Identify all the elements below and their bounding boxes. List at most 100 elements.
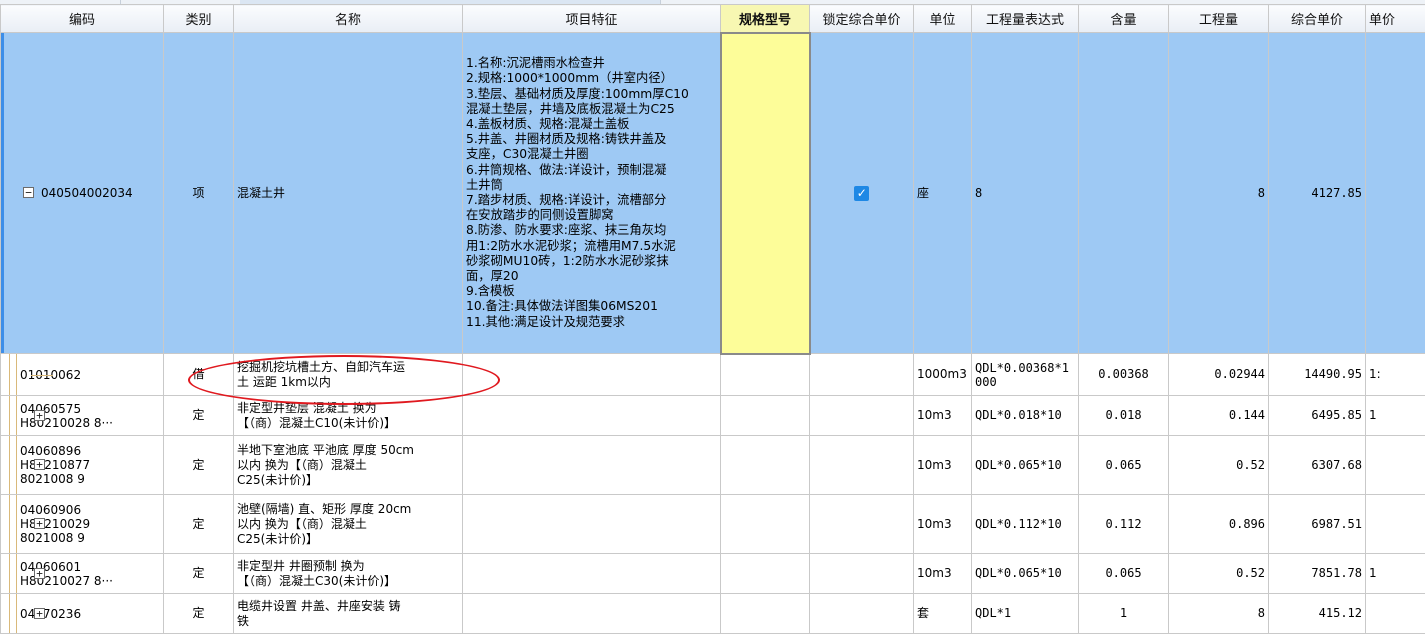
row-qty-expr[interactable]: QDL*1 — [971, 593, 1079, 634]
col-header-name[interactable]: 名称 — [233, 4, 463, 33]
row-unit[interactable]: 10m3 — [913, 494, 972, 554]
row-quantity[interactable]: 8 — [1168, 593, 1269, 634]
row-features[interactable] — [462, 553, 721, 594]
row-spec[interactable] — [720, 593, 810, 634]
row-category[interactable]: 借 — [163, 353, 234, 396]
row-unit-price[interactable]: 6495.85 — [1268, 395, 1366, 436]
row-last[interactable] — [1365, 494, 1425, 554]
row-unit-price[interactable]: 7851.78 — [1268, 553, 1366, 594]
row-lock-price[interactable] — [809, 435, 914, 495]
row-unit-price[interactable]: 6307.68 — [1268, 435, 1366, 495]
row-unit-price[interactable]: 415.12 — [1268, 593, 1366, 634]
row-quantity[interactable]: 0.52 — [1168, 553, 1269, 594]
col-header-last[interactable]: 单价 — [1365, 4, 1425, 33]
row-category[interactable]: 定 — [163, 593, 234, 634]
row-category[interactable]: 定 — [163, 395, 234, 436]
col-header-unit-price[interactable]: 综合单价 — [1268, 4, 1366, 33]
row-features[interactable] — [462, 494, 721, 554]
row-spec[interactable] — [720, 553, 810, 594]
col-header-features[interactable]: 项目特征 — [462, 4, 721, 33]
expand-icon[interactable]: + — [34, 567, 45, 579]
row-content[interactable]: 1 — [1078, 593, 1169, 634]
main-name[interactable]: 混凝土井 — [233, 32, 463, 354]
lock-price-checkbox[interactable]: ✓ — [854, 185, 870, 201]
expand-icon[interactable]: + — [34, 607, 45, 619]
row-lock-price[interactable] — [809, 593, 914, 634]
code-cell[interactable]: + 04060575 H80210028 8··· — [0, 395, 164, 436]
row-spec[interactable] — [720, 494, 810, 554]
row-spec[interactable] — [720, 353, 810, 396]
row-spec[interactable] — [720, 435, 810, 495]
col-header-content[interactable]: 含量 — [1078, 4, 1169, 33]
expand-icon[interactable]: + — [34, 518, 45, 529]
code-cell[interactable]: + 04060601 H80210027 8··· — [0, 553, 164, 594]
main-content[interactable] — [1078, 32, 1169, 354]
main-quantity[interactable]: 8 — [1168, 32, 1269, 354]
row-last[interactable] — [1365, 593, 1425, 634]
row-lock-price[interactable] — [809, 494, 914, 554]
col-header-lock-price[interactable]: 锁定综合单价 — [809, 4, 914, 33]
row-last[interactable]: 1 — [1365, 553, 1425, 594]
row-category[interactable]: 定 — [163, 553, 234, 594]
row-qty-expr[interactable]: QDL*0.018*10 — [971, 395, 1079, 436]
row-name[interactable]: 电缆井设置 井盖、井座安装 铸 铁 — [233, 593, 463, 634]
main-unit-price[interactable]: 4127.85 — [1268, 32, 1366, 354]
row-lock-price[interactable] — [809, 395, 914, 436]
row-qty-expr[interactable]: QDL*0.065*10 — [971, 435, 1079, 495]
row-features[interactable] — [462, 353, 721, 396]
row-qty-expr[interactable]: QDL*0.00368*1 000 — [971, 353, 1079, 396]
row-qty-expr[interactable]: QDL*0.112*10 — [971, 494, 1079, 554]
col-header-spec[interactable]: 规格型号 — [720, 4, 810, 33]
table-row[interactable]: + 04060601 H80210027 8··· 定 非定型井 井圈预制 换为… — [0, 553, 1425, 594]
col-header-category[interactable]: 类别 — [163, 4, 234, 33]
row-unit[interactable]: 10m3 — [913, 435, 972, 495]
row-features[interactable] — [462, 435, 721, 495]
main-last[interactable] — [1365, 32, 1425, 354]
row-lock-price[interactable] — [809, 353, 914, 396]
row-qty-expr[interactable]: QDL*0.065*10 — [971, 553, 1079, 594]
row-content[interactable]: 0.112 — [1078, 494, 1169, 554]
row-quantity[interactable]: 0.52 — [1168, 435, 1269, 495]
row-category[interactable]: 定 — [163, 494, 234, 554]
row-quantity[interactable]: 0.02944 — [1168, 353, 1269, 396]
row-spec[interactable] — [720, 395, 810, 436]
row-content[interactable]: 0.00368 — [1078, 353, 1169, 396]
main-features-cell[interactable]: 1.名称:沉泥槽雨水检查井 2.规格:1000*1000mm（井室内径） 3.垫… — [462, 32, 721, 354]
code-cell[interactable]: + 04060896 H80210877 8021008 9 — [0, 435, 164, 495]
table-row[interactable]: + 04060575 H80210028 8··· 定 非定型井垫层 混凝土 换… — [0, 395, 1425, 436]
code-cell[interactable]: + 04060906 H80210029 8021008 9 — [0, 494, 164, 554]
row-category[interactable]: 定 — [163, 435, 234, 495]
expand-icon[interactable]: + — [34, 459, 45, 470]
code-cell[interactable]: 01010062 — [0, 353, 164, 396]
row-unit-price[interactable]: 14490.95 — [1268, 353, 1366, 396]
main-code-cell[interactable]: − 040504002034 — [0, 32, 164, 354]
main-unit[interactable]: 座 — [913, 32, 972, 354]
main-qty-expr[interactable]: 8 — [971, 32, 1079, 354]
row-last[interactable]: 1: — [1365, 353, 1425, 396]
row-name[interactable]: 挖掘机挖坑槽土方、自卸汽车运 土 运距 1km以内 — [233, 353, 463, 396]
table-row[interactable]: + 04060906 H80210029 8021008 9 定 池壁(隔墙) … — [0, 494, 1425, 554]
row-unit[interactable]: 10m3 — [913, 553, 972, 594]
col-header-qty-expr[interactable]: 工程量表达式 — [971, 4, 1079, 33]
table-row[interactable]: + 04060896 H80210877 8021008 9 定 半地下室池底 … — [0, 435, 1425, 495]
row-quantity[interactable]: 0.896 — [1168, 494, 1269, 554]
row-content[interactable]: 0.018 — [1078, 395, 1169, 436]
row-last[interactable] — [1365, 435, 1425, 495]
col-header-code[interactable]: 编码 — [0, 4, 164, 33]
row-name[interactable]: 池壁(隔墙) 直、矩形 厚度 20cm 以内 换为【（商）混凝土 C25(未计价… — [233, 494, 463, 554]
table-row-main[interactable]: − 040504002034 项 混凝土井 1.名称:沉泥槽雨水检查井 2.规格… — [0, 31, 1425, 355]
main-lock-price-cell[interactable]: ✓ — [809, 32, 914, 354]
row-unit-price[interactable]: 6987.51 — [1268, 494, 1366, 554]
row-features[interactable] — [462, 593, 721, 634]
expand-icon[interactable]: + — [34, 409, 45, 421]
row-unit[interactable]: 1000m3 — [913, 353, 972, 396]
row-content[interactable]: 0.065 — [1078, 435, 1169, 495]
row-name[interactable]: 半地下室池底 平池底 厚度 50cm 以内 换为【（商）混凝土 C25(未计价)… — [233, 435, 463, 495]
row-last[interactable]: 1 — [1365, 395, 1425, 436]
collapse-icon[interactable]: − — [23, 187, 34, 198]
row-name[interactable]: 非定型井垫层 混凝土 换为 【（商）混凝土C10(未计价)】 — [233, 395, 463, 436]
table-row[interactable]: + 04070236 定 电缆井设置 井盖、井座安装 铸 铁 套 QDL*1 1… — [0, 593, 1425, 634]
row-features[interactable] — [462, 395, 721, 436]
row-name[interactable]: 非定型井 井圈预制 换为 【（商）混凝土C30(未计价)】 — [233, 553, 463, 594]
table-row[interactable]: 01010062 借 挖掘机挖坑槽土方、自卸汽车运 土 运距 1km以内 100… — [0, 353, 1425, 396]
